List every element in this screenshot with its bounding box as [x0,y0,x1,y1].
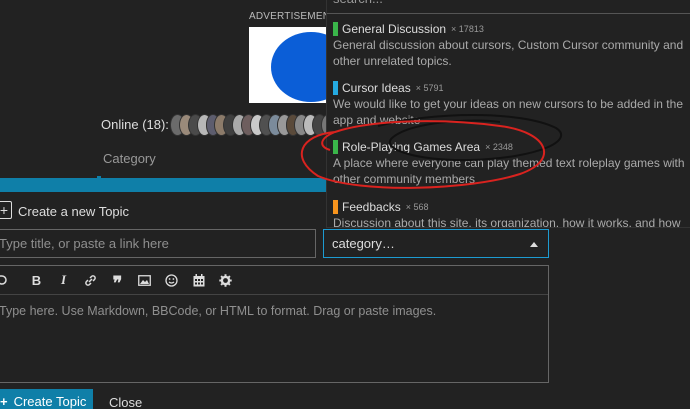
caret-up-icon [530,242,538,247]
category-option-description: A place where everyone can play themed t… [333,156,685,186]
bold-icon[interactable]: B [23,266,50,295]
topic-title-input[interactable] [0,229,316,258]
editor-container: B I ❞ Type here. Use Markdown, BBCode, o… [0,265,549,383]
category-option-name: Cursor Ideas [342,81,411,95]
plus-icon: + [0,393,8,409]
composer-header-title: Create a new Topic [18,204,130,219]
category-dropdown: search... General Discussion × 17813 Gene… [326,0,690,228]
calendar-icon[interactable] [185,266,212,295]
category-color-swatch [333,140,338,154]
category-option[interactable]: Role-Playing Games Area × 2348 A place wh… [327,140,690,187]
category-select-value: category… [332,236,395,251]
emoji-icon[interactable] [158,266,185,295]
link-icon[interactable] [77,266,104,295]
italic-icon[interactable]: I [50,266,77,295]
category-option-count: × 5791 [415,83,444,93]
gear-icon[interactable] [212,266,239,295]
image-icon[interactable] [131,266,158,295]
category-option-description: We would like to get your ideas on new c… [333,97,683,127]
category-column-header[interactable]: Category [103,151,156,166]
category-color-swatch [333,200,338,214]
category-option-name: General Discussion [342,22,447,36]
category-option-description: Discussion about this site, its organiza… [333,216,681,228]
category-option[interactable]: General Discussion × 17813 General discus… [327,22,690,69]
online-users-label: Online (18): [101,117,169,132]
category-option-description: General discussion about cursors, Custom… [333,38,684,68]
online-avatars [170,114,330,138]
category-option-count: × 568 [405,202,429,212]
category-search-input[interactable]: search... [327,0,690,14]
category-option[interactable]: Feedbacks × 568 Discussion about this sit… [327,200,690,228]
advertisement-label: ADVERTISEMENT [249,11,337,22]
category-color-swatch [333,22,338,36]
create-topic-button[interactable]: + Create Topic [0,389,93,409]
category-option-name: Feedbacks [342,200,401,214]
close-link[interactable]: Close [109,395,142,409]
category-color-swatch [333,81,338,95]
category-option[interactable]: Cursor Ideas × 5791 We would like to get … [327,81,690,128]
create-topic-label: Create Topic [13,393,87,409]
category-select[interactable]: category… [323,229,549,258]
editor-textarea[interactable]: Type here. Use Markdown, BBCode, or HTML… [0,295,548,318]
plus-icon: + [0,201,12,219]
category-option-name: Role-Playing Games Area [342,140,481,154]
quote-icon[interactable]: ❞ [104,266,131,295]
category-option-count: × 17813 [451,24,484,34]
undo-icon[interactable] [0,266,11,295]
category-option-count: × 2348 [485,142,513,152]
editor-toolbar: B I ❞ [0,266,548,295]
